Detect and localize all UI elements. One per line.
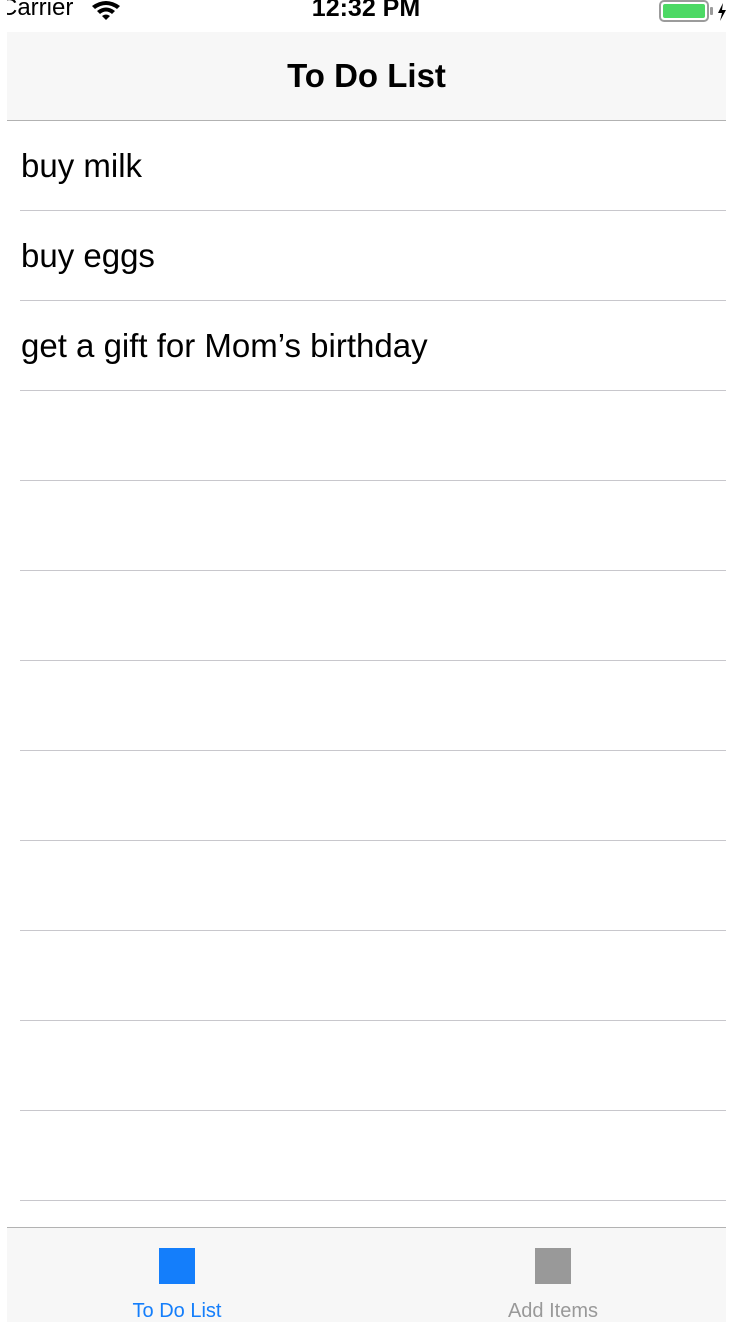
list-item-label: buy eggs: [21, 237, 155, 274]
navigation-bar: To Do List: [7, 32, 726, 121]
app-screen: Carrier 12:32 PM To Do List buy milk buy…: [7, 0, 726, 1322]
list-item-label: buy milk: [21, 147, 143, 184]
tab-label: To Do List: [132, 1300, 222, 1322]
list-item[interactable]: get a gift for Mom’s birthday: [7, 301, 726, 391]
status-bar: Carrier 12:32 PM: [7, 0, 726, 32]
battery-charging-icon: [659, 0, 726, 22]
list-item[interactable]: [7, 391, 726, 481]
row-separator: [20, 1200, 726, 1201]
tab-bar: To Do List Add Items: [7, 1227, 726, 1322]
list-item[interactable]: buy eggs: [7, 211, 726, 301]
page-title: To Do List: [287, 57, 446, 94]
list-item[interactable]: [7, 751, 726, 841]
list-item[interactable]: [7, 931, 726, 1021]
list-item[interactable]: [7, 1021, 726, 1111]
status-time: 12:32 PM: [311, 0, 421, 22]
list-item[interactable]: [7, 841, 726, 931]
list-item[interactable]: [7, 1111, 726, 1201]
square-icon: [159, 1248, 195, 1284]
tab-add-items[interactable]: Add Items: [453, 1228, 653, 1322]
list-item[interactable]: [7, 661, 726, 751]
list-item[interactable]: buy milk: [7, 121, 726, 211]
list-item[interactable]: [7, 481, 726, 571]
tab-to-do-list[interactable]: To Do List: [77, 1228, 277, 1322]
square-icon: [535, 1248, 571, 1284]
list-item-label: get a gift for Mom’s birthday: [21, 327, 428, 364]
list-item[interactable]: [7, 571, 726, 661]
todo-table[interactable]: buy milk buy eggs get a gift for Mom’s b…: [7, 121, 726, 1227]
tab-label: Add Items: [507, 1300, 599, 1322]
